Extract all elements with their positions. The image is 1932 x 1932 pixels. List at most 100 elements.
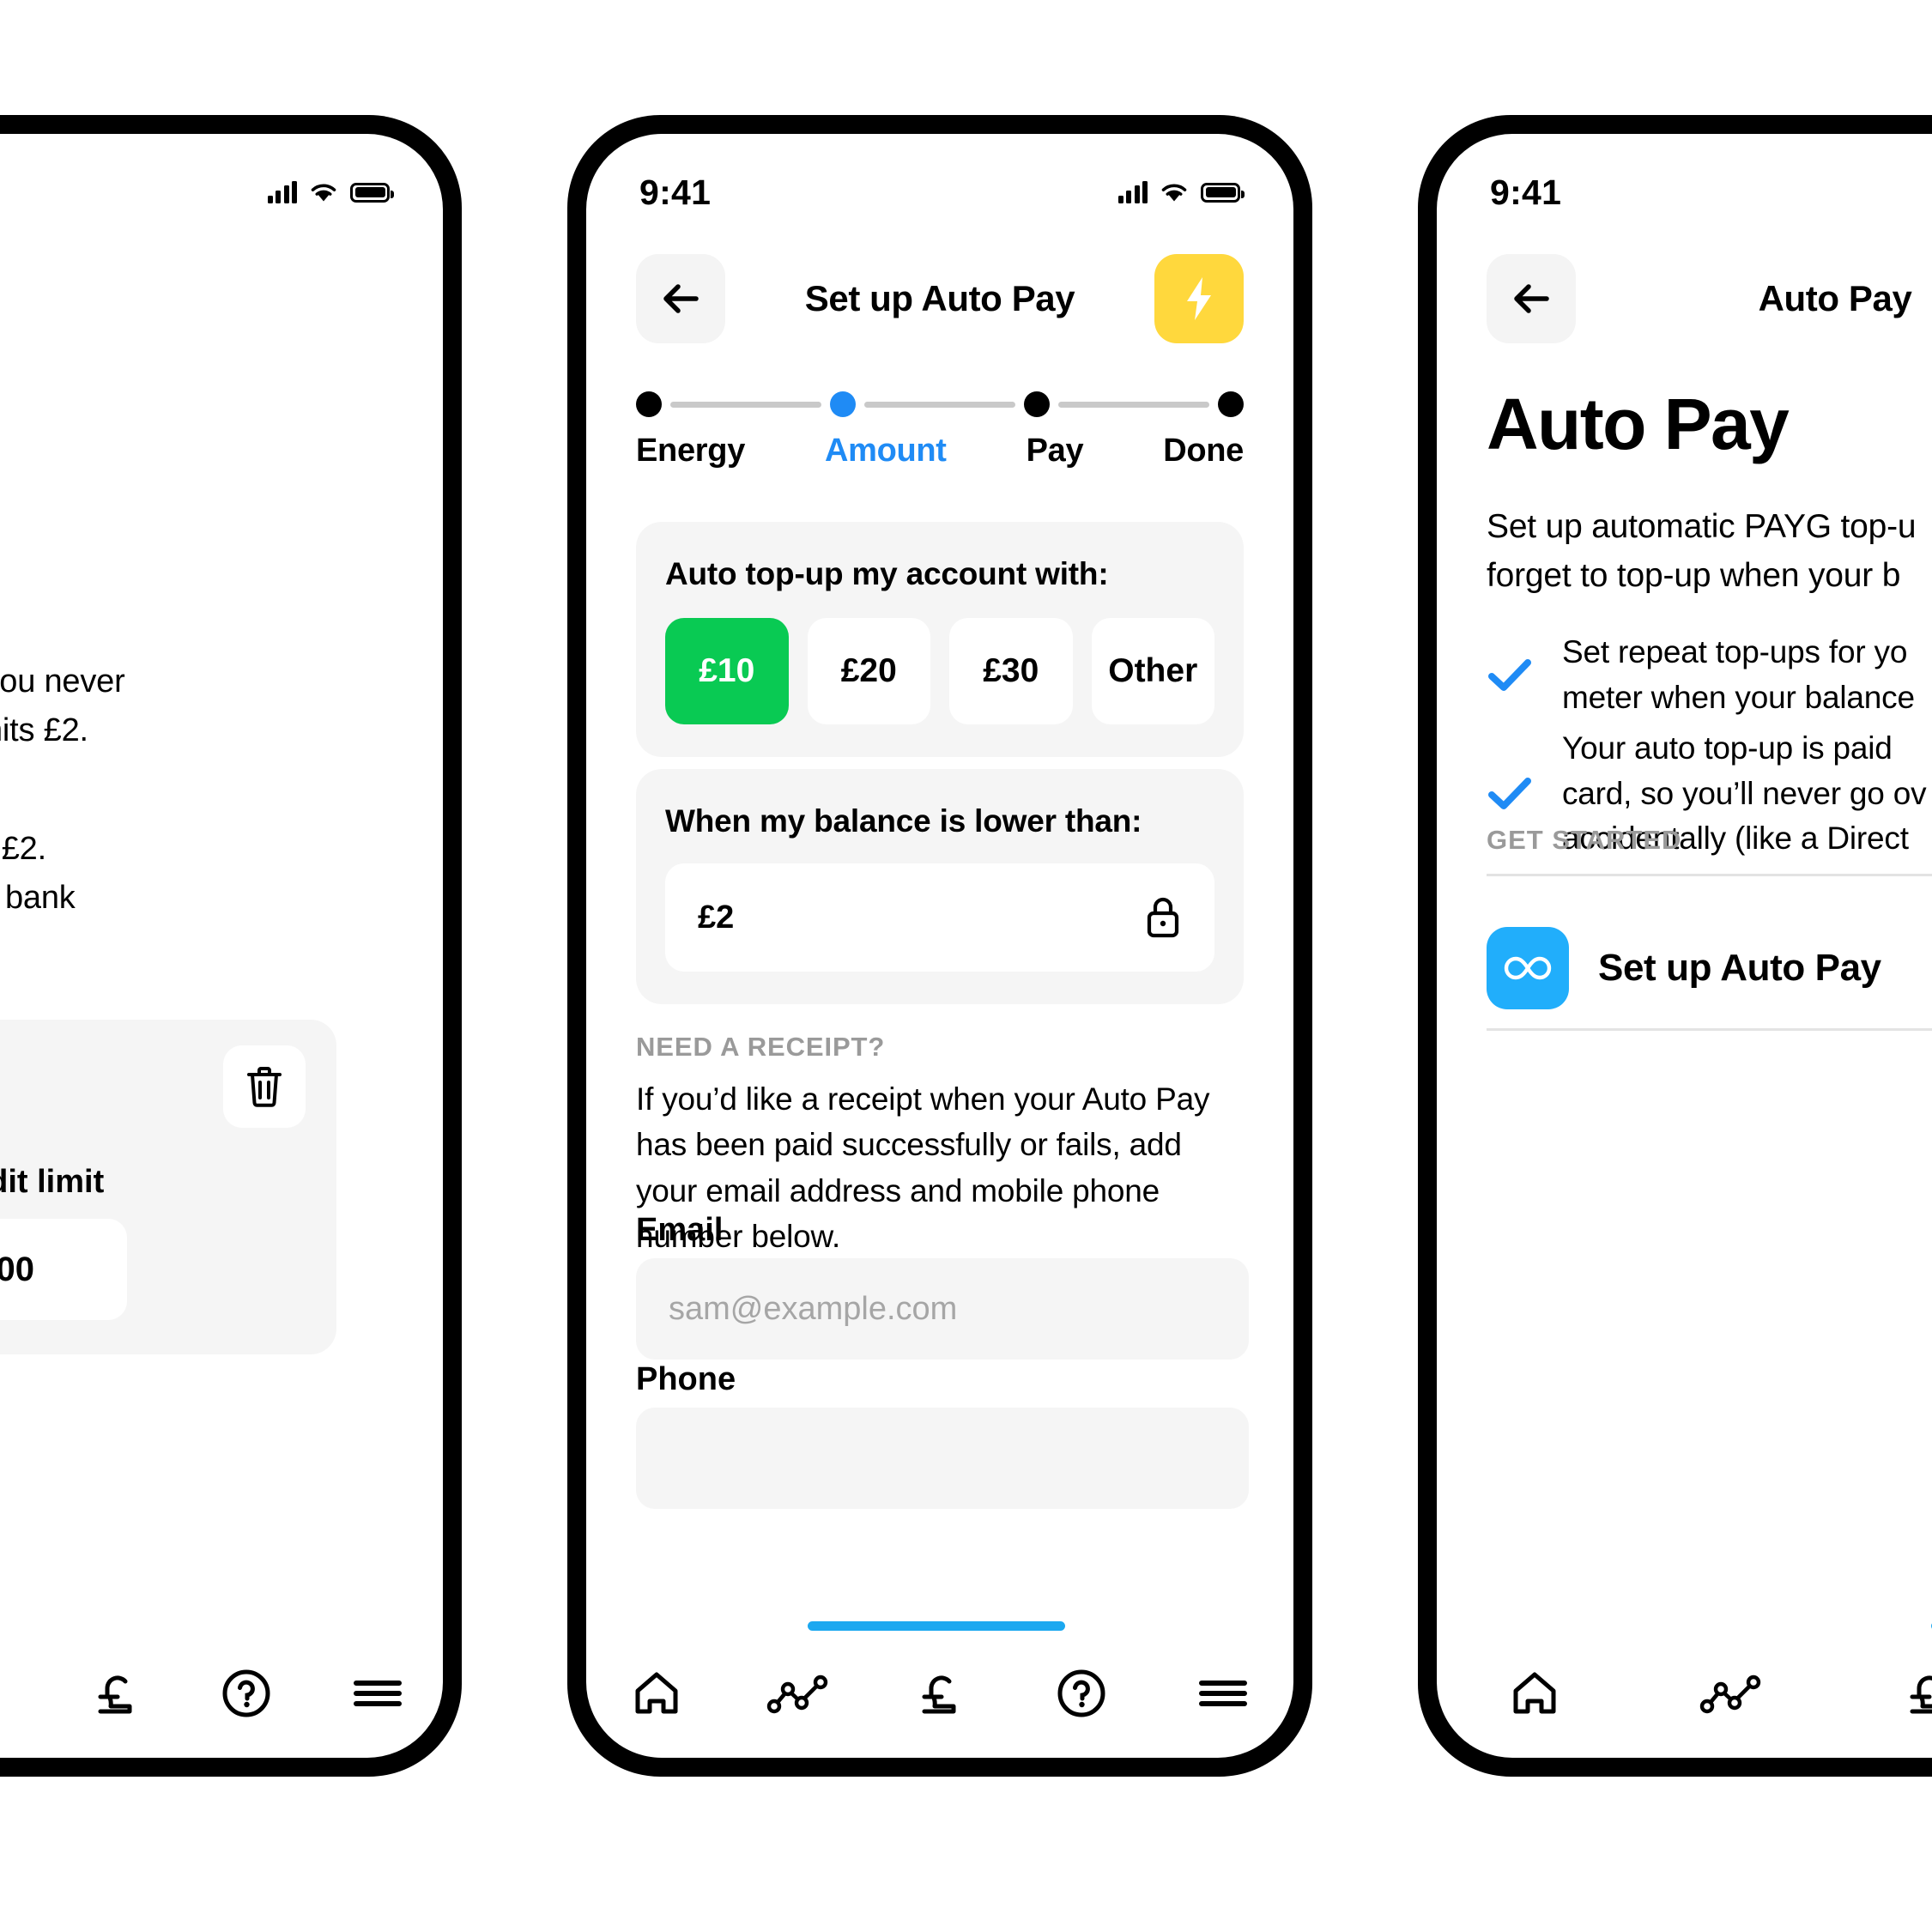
threshold-value-field[interactable]: £2: [665, 863, 1214, 972]
tab-home[interactable]: [586, 1669, 728, 1718]
usage-chart-icon: [1700, 1675, 1761, 1714]
benefit-item-1: Set repeat top-ups for yo meter when you…: [1487, 630, 1915, 720]
screen-auto-pay-manage: Auto Pay c PAYG top-ups so you never whe…: [0, 134, 443, 1758]
bolt-button[interactable]: [1154, 254, 1244, 343]
back-button[interactable]: [1487, 254, 1576, 343]
phone-frame-left: Auto Pay c PAYG top-ups so you never whe…: [0, 115, 462, 1777]
signal-icon: [1117, 181, 1148, 203]
pound-icon: [1910, 1675, 1932, 1714]
home-icon: [635, 1672, 678, 1714]
step-label-done: Done: [1163, 433, 1245, 469]
tab-payments[interactable]: [50, 1667, 181, 1720]
hamburger-icon: [353, 1681, 402, 1706]
page-title: Auto Pay: [0, 278, 393, 319]
step-label-pay: Pay: [1026, 433, 1084, 469]
intro-paragraph: Set up automatic PAYG top-u forget to to…: [1487, 508, 1917, 594]
credit-limit-label: Credit limit: [0, 1164, 105, 1200]
tab-payments[interactable]: [1830, 1667, 1932, 1720]
credit-limit-card: Credit limit £2.00: [0, 1020, 336, 1354]
threshold-value: £2: [698, 899, 735, 936]
page-title: Set up Auto Pay: [804, 278, 1075, 318]
step-dot-energy[interactable]: [636, 391, 662, 417]
phone-input[interactable]: [636, 1408, 1249, 1509]
wifi-icon: [311, 184, 336, 202]
intro-paragraph-1: c PAYG top-ups so you never when your ba…: [0, 663, 125, 748]
phone-label: Phone: [636, 1361, 736, 1397]
step-connector-1: [670, 401, 821, 408]
credit-limit-value[interactable]: £2.00: [0, 1219, 127, 1320]
set-up-auto-pay-label: Set up Auto Pay: [1598, 947, 1881, 989]
signal-icon: [267, 181, 297, 203]
arrow-left-icon: [663, 284, 699, 313]
step-connector-2: [864, 401, 1015, 408]
topup-card-title: Auto top-up my account with:: [665, 556, 1109, 591]
tab-bar: [0, 1629, 443, 1758]
home-icon: [1513, 1672, 1556, 1714]
step-dot-pay[interactable]: [1024, 391, 1050, 417]
divider-top: [1487, 874, 1932, 876]
tab-menu[interactable]: [312, 1675, 443, 1712]
check-icon: [1488, 658, 1531, 691]
screen-auto-pay-intro: 9:41 Auto Pay Auto Pay Set up automatic …: [1437, 134, 1932, 1758]
receipt-body: If you’d like a receipt when your Auto P…: [636, 1081, 1210, 1254]
email-input[interactable]: sam@example.com: [636, 1258, 1249, 1360]
intro-paragraph-3: op-up is paid with your bank ll never go…: [0, 880, 76, 916]
step-label-amount: Amount: [824, 433, 947, 469]
receipt-eyebrow: NEED A RECEIPT?: [636, 1032, 886, 1062]
status-bar: [0, 167, 443, 218]
tab-usage[interactable]: [1633, 1673, 1830, 1714]
page-title: Auto Pay: [1758, 278, 1912, 318]
screenshot-canvas: Auto Pay c PAYG top-ups so you never whe…: [0, 0, 1932, 1932]
battery-icon: [1201, 182, 1245, 203]
amount-option-20[interactable]: £20: [807, 618, 930, 724]
tab-menu[interactable]: [1152, 1675, 1293, 1712]
delete-button[interactable]: [223, 1045, 306, 1128]
nav-bar: Auto Pay: [0, 254, 443, 343]
status-bar: 9:41: [1437, 167, 1932, 218]
tab-help[interactable]: [181, 1668, 312, 1719]
balance-threshold-card: When my balance is lower than: £2: [636, 769, 1244, 1004]
progress-stepper: Energy Amount Pay Done: [636, 388, 1244, 469]
amount-option-other[interactable]: Other: [1091, 618, 1214, 724]
nav-bar: Auto Pay: [1437, 254, 1932, 343]
benefit-text-1: Set repeat top-ups for yo meter when you…: [1562, 634, 1915, 715]
phone-frame-right: 9:41 Auto Pay Auto Pay Set up automatic …: [1418, 115, 1932, 1777]
infinity-icon-box: [1487, 927, 1569, 1009]
set-up-auto-pay-row[interactable]: Set up Auto Pay: [1487, 908, 1932, 1028]
hamburger-icon: [1198, 1681, 1247, 1706]
usage-chart-icon: [766, 1675, 828, 1714]
status-bar: 9:41: [586, 167, 1293, 218]
step-dot-amount[interactable]: [830, 391, 856, 417]
step-label-energy: Energy: [636, 433, 746, 469]
tab-home[interactable]: [1437, 1669, 1633, 1718]
phone-frame-center: 9:41 Set up Auto Pay Energy Amount Pay D…: [567, 115, 1312, 1777]
tab-usage[interactable]: [728, 1673, 869, 1714]
trash-icon: [247, 1067, 282, 1107]
battery-icon: [350, 182, 394, 203]
tab-help[interactable]: [1010, 1668, 1152, 1719]
back-button[interactable]: [636, 254, 725, 343]
tab-bar: [586, 1629, 1293, 1758]
email-label: Email: [636, 1212, 724, 1248]
intro-paragraph-2: op-ups for your PAYG your balance reache…: [0, 831, 46, 867]
lock-icon: [1147, 897, 1179, 938]
step-dot-done[interactable]: [1218, 391, 1244, 417]
page-heading: Auto Pay: [1487, 384, 1790, 464]
question-circle-icon: [1057, 1669, 1105, 1717]
wifi-icon: [1161, 184, 1187, 202]
amount-options: £10 £20 £30 Other: [665, 618, 1214, 724]
question-circle-icon: [222, 1669, 270, 1717]
pound-icon: [922, 1675, 956, 1714]
status-time: 9:41: [639, 172, 712, 212]
amount-option-30[interactable]: £30: [949, 618, 1073, 724]
step-connector-3: [1058, 401, 1209, 408]
pound-icon: [98, 1675, 132, 1714]
check-icon: [1488, 777, 1531, 809]
tab-payments[interactable]: [869, 1667, 1011, 1720]
section-label-get-started: GET STARTED: [1487, 825, 1682, 855]
nav-bar: Set up Auto Pay: [586, 254, 1293, 343]
screen-set-up-auto-pay-amount: 9:41 Set up Auto Pay Energy Amount Pay D…: [586, 134, 1293, 1758]
amount-option-10[interactable]: £10: [665, 618, 789, 724]
status-time: 9:41: [1490, 172, 1562, 212]
threshold-card-title: When my balance is lower than:: [665, 803, 1142, 839]
